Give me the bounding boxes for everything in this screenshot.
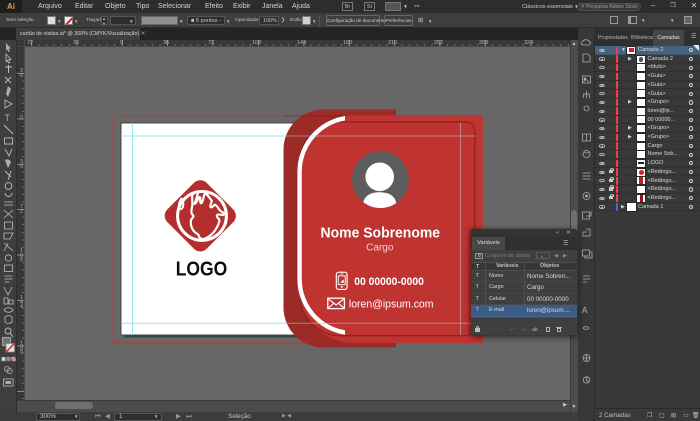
svg-text:T: T [5,113,11,123]
svg-text:Nome Sobrenome: Nome Sobrenome [321,226,441,242]
svg-text:00 00000-0000: 00 00000-0000 [354,276,424,288]
svg-text:Cargo: Cargo [366,242,394,253]
svg-text:loren@ipsum.com: loren@ipsum.com [349,298,434,310]
svg-text:LOGO: LOGO [176,259,228,281]
svg-text:A: A [582,306,588,315]
